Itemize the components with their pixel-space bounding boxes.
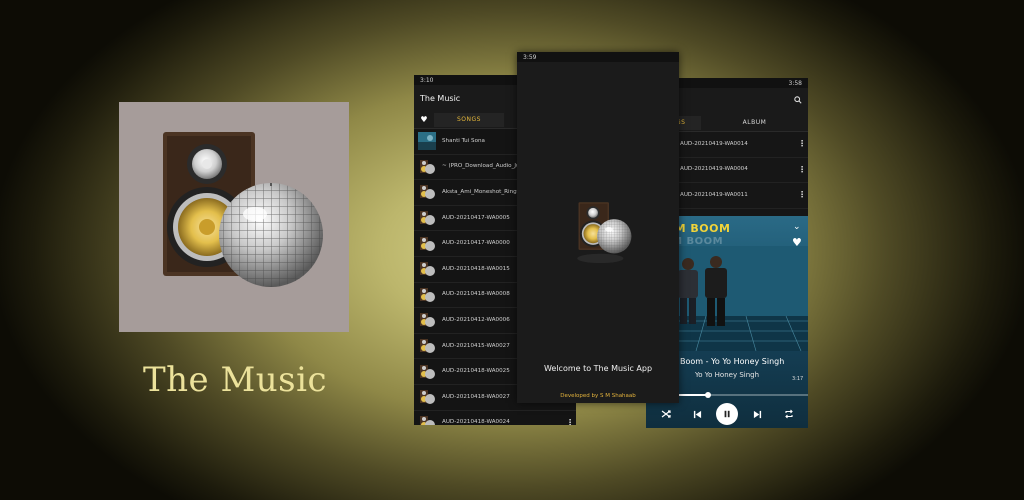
splash-logo-icon xyxy=(577,202,632,264)
developer-credit: Developed by S M Shahaab xyxy=(560,393,636,399)
song-thumbnail xyxy=(418,388,436,406)
tab-songs[interactable]: SONGS xyxy=(434,112,504,127)
song-thumbnail xyxy=(418,311,436,329)
repeat-icon[interactable] xyxy=(781,406,797,422)
more-vert-icon[interactable]: ⋮ xyxy=(798,140,806,148)
tab-album[interactable]: ALBUM xyxy=(701,119,808,126)
speaker-disco-logo-icon xyxy=(163,132,323,287)
status-time: 3:58 xyxy=(788,79,802,87)
phone-screen-splash: 3:59 Welcome to The Music App Developed … xyxy=(517,52,679,403)
app-title: The Music xyxy=(142,360,328,400)
status-bar: 3:59 xyxy=(517,52,679,62)
status-time: 3:10 xyxy=(420,76,434,84)
page-title: The Music xyxy=(420,93,461,103)
song-thumbnail xyxy=(418,337,436,355)
app-icon xyxy=(119,102,349,332)
song-thumbnail xyxy=(418,158,436,176)
heart-icon[interactable]: ♥ xyxy=(414,115,434,124)
song-thumbnail xyxy=(418,363,436,381)
list-item[interactable]: AUD-20210418-WA0024 ⋮ xyxy=(414,411,576,425)
song-thumbnail xyxy=(418,260,436,278)
song-thumbnail xyxy=(418,235,436,253)
song-title: AUD-20210418-WA0024 xyxy=(442,419,510,425)
pause-icon xyxy=(724,410,730,418)
song-thumbnail xyxy=(418,132,436,151)
more-vert-icon[interactable]: ⋮ xyxy=(566,418,574,425)
track-duration: 3:17 xyxy=(792,376,804,382)
status-time: 3:59 xyxy=(523,53,537,61)
more-vert-icon[interactable]: ⋮ xyxy=(798,191,806,199)
skip-next-icon[interactable] xyxy=(749,406,765,422)
song-thumbnail xyxy=(418,414,436,425)
progress-handle[interactable] xyxy=(704,392,711,398)
search-icon[interactable] xyxy=(794,96,802,106)
welcome-text: Welcome to The Music App xyxy=(543,364,653,373)
pause-button[interactable] xyxy=(716,403,738,425)
shuffle-icon[interactable] xyxy=(658,406,674,422)
more-vert-icon[interactable]: ⋮ xyxy=(798,165,806,174)
song-thumbnail xyxy=(418,209,436,227)
chevron-down-icon[interactable]: ⌄ xyxy=(793,222,801,232)
skip-previous-icon[interactable] xyxy=(689,406,705,422)
song-thumbnail xyxy=(418,286,436,304)
song-thumbnail xyxy=(418,183,436,201)
